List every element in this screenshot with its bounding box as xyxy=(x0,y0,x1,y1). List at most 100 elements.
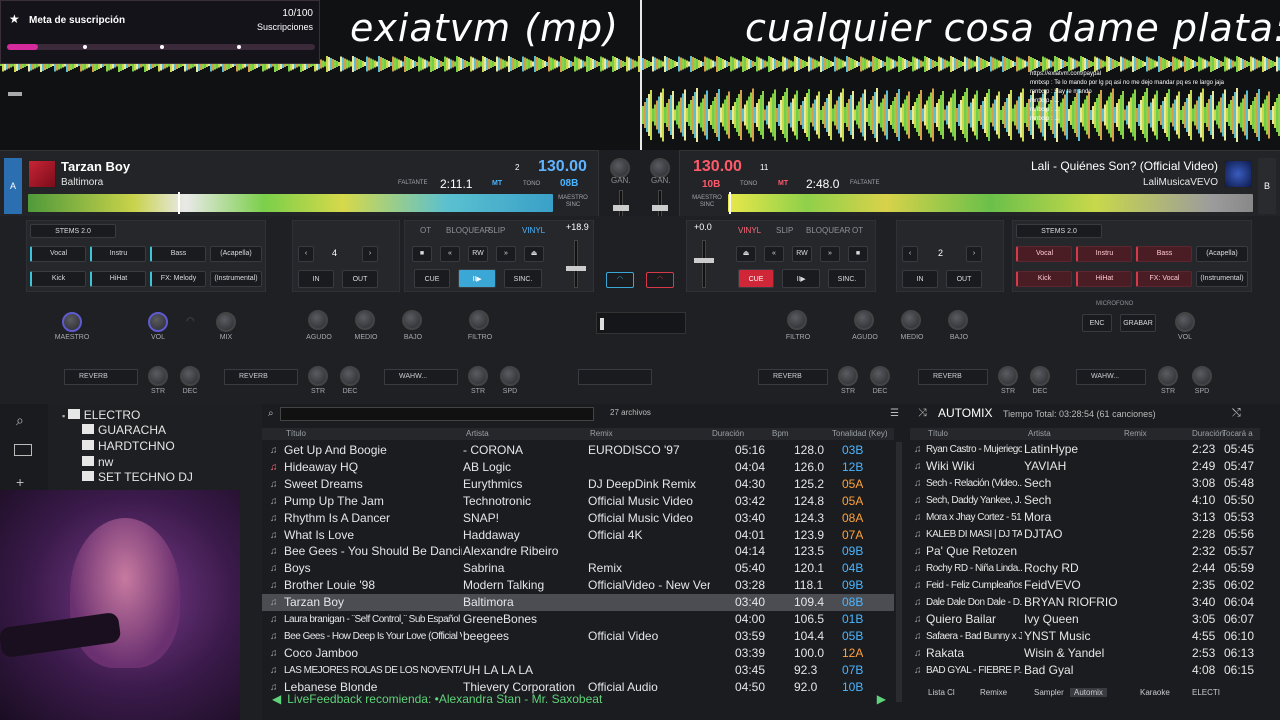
deck-a-fx3-select[interactable]: WAHW... xyxy=(384,369,458,385)
automix-row[interactable]: ♫ Sech - Relación (Video... Sech 3:08 05:48 xyxy=(910,475,1260,492)
deck-a-rewind[interactable]: « xyxy=(440,246,460,262)
deck-a-eject[interactable]: ⏏ xyxy=(524,246,544,262)
deck-b-fx2-select[interactable]: REVERB xyxy=(918,369,988,385)
automix-col-duration[interactable]: Duración xyxy=(1192,428,1224,440)
automix-col-title[interactable]: Título xyxy=(928,428,948,440)
deck-a-stem-kick[interactable]: Kick xyxy=(30,271,86,287)
deck-b-loop-halve[interactable]: ‹ xyxy=(902,246,918,262)
tab-karaoke[interactable]: Karaoke xyxy=(1140,688,1170,697)
gain-knob-right[interactable] xyxy=(650,158,670,178)
deck-a-sync-label[interactable]: MAESTRO SINC xyxy=(556,195,590,209)
volume-knob[interactable] xyxy=(148,312,168,332)
table-row[interactable]: ♫ Hideaway HQ AB Logic 04:04 126.0 12B xyxy=(262,459,894,476)
tree-folder-hardtchno[interactable]: HARDTCHNO xyxy=(82,439,175,453)
mic-volume-knob[interactable] xyxy=(1175,312,1195,332)
deck-b-stem-vocal[interactable]: Vocal xyxy=(1016,246,1072,262)
deck-a-fx1-dec[interactable] xyxy=(180,366,200,386)
deck-b-forward[interactable]: » xyxy=(820,246,840,262)
deck-a-bloquear[interactable]: BLOQUEAR xyxy=(446,226,490,235)
deck-b-sync-label[interactable]: MAESTRO SINC xyxy=(690,195,724,209)
table-row[interactable]: ♫ Brother Louie '98 Modern Talking Official… xyxy=(262,577,894,594)
table-row[interactable]: ♫ Sweet Dreams Eurythmics DJ DeepDink Remix… xyxy=(262,476,894,493)
deck-a-fx3-spd[interactable] xyxy=(500,366,520,386)
mic-enable-button[interactable]: ENC xyxy=(1082,314,1112,332)
automix-row[interactable]: ♫ Rochy RD - Niña Linda... Rochy RD 2:44 05:… xyxy=(910,560,1260,577)
deck-a-stem-acapella[interactable]: (Acapella) xyxy=(210,246,262,262)
automix-row[interactable]: ♫ Mora x Jhay Cortez - 51... Mora 3:13 05:53 xyxy=(910,509,1260,526)
tree-folder-nw[interactable]: nw xyxy=(82,455,113,469)
deck-b-stem-instru[interactable]: Instru xyxy=(1076,246,1132,262)
deck-b-fx2-str[interactable] xyxy=(998,366,1018,386)
automix-col-artist[interactable]: Artista xyxy=(1028,428,1051,440)
deck-b-mt[interactable]: MT xyxy=(778,180,788,187)
deck-a-eq-mid[interactable] xyxy=(355,310,375,330)
table-row[interactable]: ♫ Boys Sabrina Remix 05:40 120.1 04B xyxy=(262,560,894,577)
headphone-cue-right[interactable]: ◠ xyxy=(646,272,674,288)
deck-b-loop-in[interactable]: IN xyxy=(902,270,938,288)
deck-b-ot[interactable]: OT xyxy=(852,226,863,235)
table-row[interactable]: ♫ Bee Gees - You Should Be Dancing Alexand… xyxy=(262,543,894,560)
shuffle-icon[interactable]: ⤭ xyxy=(1232,407,1241,420)
deck-a-eq-high[interactable] xyxy=(308,310,328,330)
deck-b-stop[interactable]: ■ xyxy=(848,246,868,262)
deck-b-stem-acapella[interactable]: (Acapella) xyxy=(1196,246,1248,262)
automix-row[interactable]: ♫ Pa' Que Retozen 2:32 05:57 xyxy=(910,543,1260,560)
table-row[interactable]: ♫ Laura branigan - ¨Self Control¸¨ Sub Es… xyxy=(262,611,894,628)
deck-b-stems-select[interactable]: STEMS 2.0 xyxy=(1016,224,1102,238)
crossfader-handle[interactable] xyxy=(600,318,604,330)
deck-b-bloquear[interactable]: BLOQUEAR xyxy=(806,226,850,235)
deck-a-indicator[interactable]: A xyxy=(4,158,22,214)
col-duration[interactable]: Duración xyxy=(712,428,744,440)
table-row[interactable]: ♫ LAS MEJORES ROLAS DE LOS NOVENTAS UH LA … xyxy=(262,662,894,679)
channel-fader-left[interactable] xyxy=(613,205,629,211)
deck-a-slip[interactable]: SLIP xyxy=(488,226,505,235)
deck-a-sync[interactable]: SINC. xyxy=(504,269,542,288)
deck-a-ot[interactable]: OT xyxy=(420,226,431,235)
deck-b-loop-out[interactable]: OUT xyxy=(946,270,982,288)
col-artist[interactable]: Artista xyxy=(466,428,489,440)
col-remix[interactable]: Remix xyxy=(590,428,613,440)
deck-b-eject[interactable]: ⏏ xyxy=(736,246,756,262)
deck-a-vinyl[interactable]: VINYL xyxy=(522,226,545,235)
table-row[interactable]: ♫ Rhythm Is A Dancer SNAP! Official Music V… xyxy=(262,510,894,527)
deck-b-rewind[interactable]: « xyxy=(764,246,784,262)
deck-b-stem-hihat[interactable]: HiHat xyxy=(1076,271,1132,287)
deck-a-loop-in[interactable]: IN xyxy=(298,270,334,288)
table-row[interactable]: ♫ Get Up And Boogie - CORONA EURODISCO '97 0… xyxy=(262,442,894,459)
deck-a-stem-instru[interactable]: Instru xyxy=(90,246,146,262)
automix-row[interactable]: ♫ Quiero Bailar Ivy Queen 3:05 06:07 xyxy=(910,611,1260,628)
deck-a-filter[interactable] xyxy=(469,310,489,330)
tab-remixes[interactable]: Remixe xyxy=(980,688,1007,697)
record-button[interactable]: GRABAR xyxy=(1120,314,1156,332)
deck-b-stem-kick[interactable]: Kick xyxy=(1016,271,1072,287)
deck-a-play[interactable]: II▶ xyxy=(458,269,496,288)
deck-b-fx1-str[interactable] xyxy=(838,366,858,386)
deck-a-eq-low[interactable] xyxy=(402,310,422,330)
deck-b-eq-mid[interactable] xyxy=(901,310,921,330)
deck-b-fx2-dec[interactable] xyxy=(1030,366,1050,386)
search-input[interactable] xyxy=(280,407,594,421)
deck-b-fx1-dec[interactable] xyxy=(870,366,890,386)
deck-b-fx1-select[interactable]: REVERB xyxy=(758,369,828,385)
mixer-fx-select[interactable] xyxy=(578,369,652,385)
channel-fader-right[interactable] xyxy=(652,205,668,211)
deck-a-mini-waveform[interactable] xyxy=(28,194,553,212)
deck-b-stem-fx[interactable]: FX: Vocal xyxy=(1136,271,1192,287)
deck-a-pitch-slider[interactable] xyxy=(566,266,586,271)
automix-col-remix[interactable]: Remix xyxy=(1124,428,1147,440)
deck-b-fx3-spd[interactable] xyxy=(1192,366,1212,386)
master-knob[interactable] xyxy=(62,312,82,332)
deck-b-fx3-select[interactable]: WAHW... xyxy=(1076,369,1146,385)
gain-knob-left[interactable] xyxy=(610,158,630,178)
automix-row[interactable]: ♫ Rakata Wisin & Yandel 2:53 06:13 xyxy=(910,645,1260,662)
deck-a-stem-fx[interactable]: FX: Melody xyxy=(150,271,206,287)
deck-a-fx2-select[interactable]: REVERB xyxy=(224,369,298,385)
col-key[interactable]: Tonalidad (Key) xyxy=(832,428,888,440)
list-options-icon[interactable]: ☰ xyxy=(890,408,899,419)
automix-col-plays-at[interactable]: Tocará a xyxy=(1222,428,1253,440)
deck-a-rw[interactable]: RW xyxy=(468,246,488,262)
table-row[interactable]: ♫ Bee Gees - How Deep Is Your Love (Offic… xyxy=(262,628,894,645)
headphone-cue-left[interactable]: ◠ xyxy=(606,272,634,288)
deck-b-play[interactable]: II▶ xyxy=(782,269,820,288)
deck-a-loop-double[interactable]: › xyxy=(362,246,378,262)
